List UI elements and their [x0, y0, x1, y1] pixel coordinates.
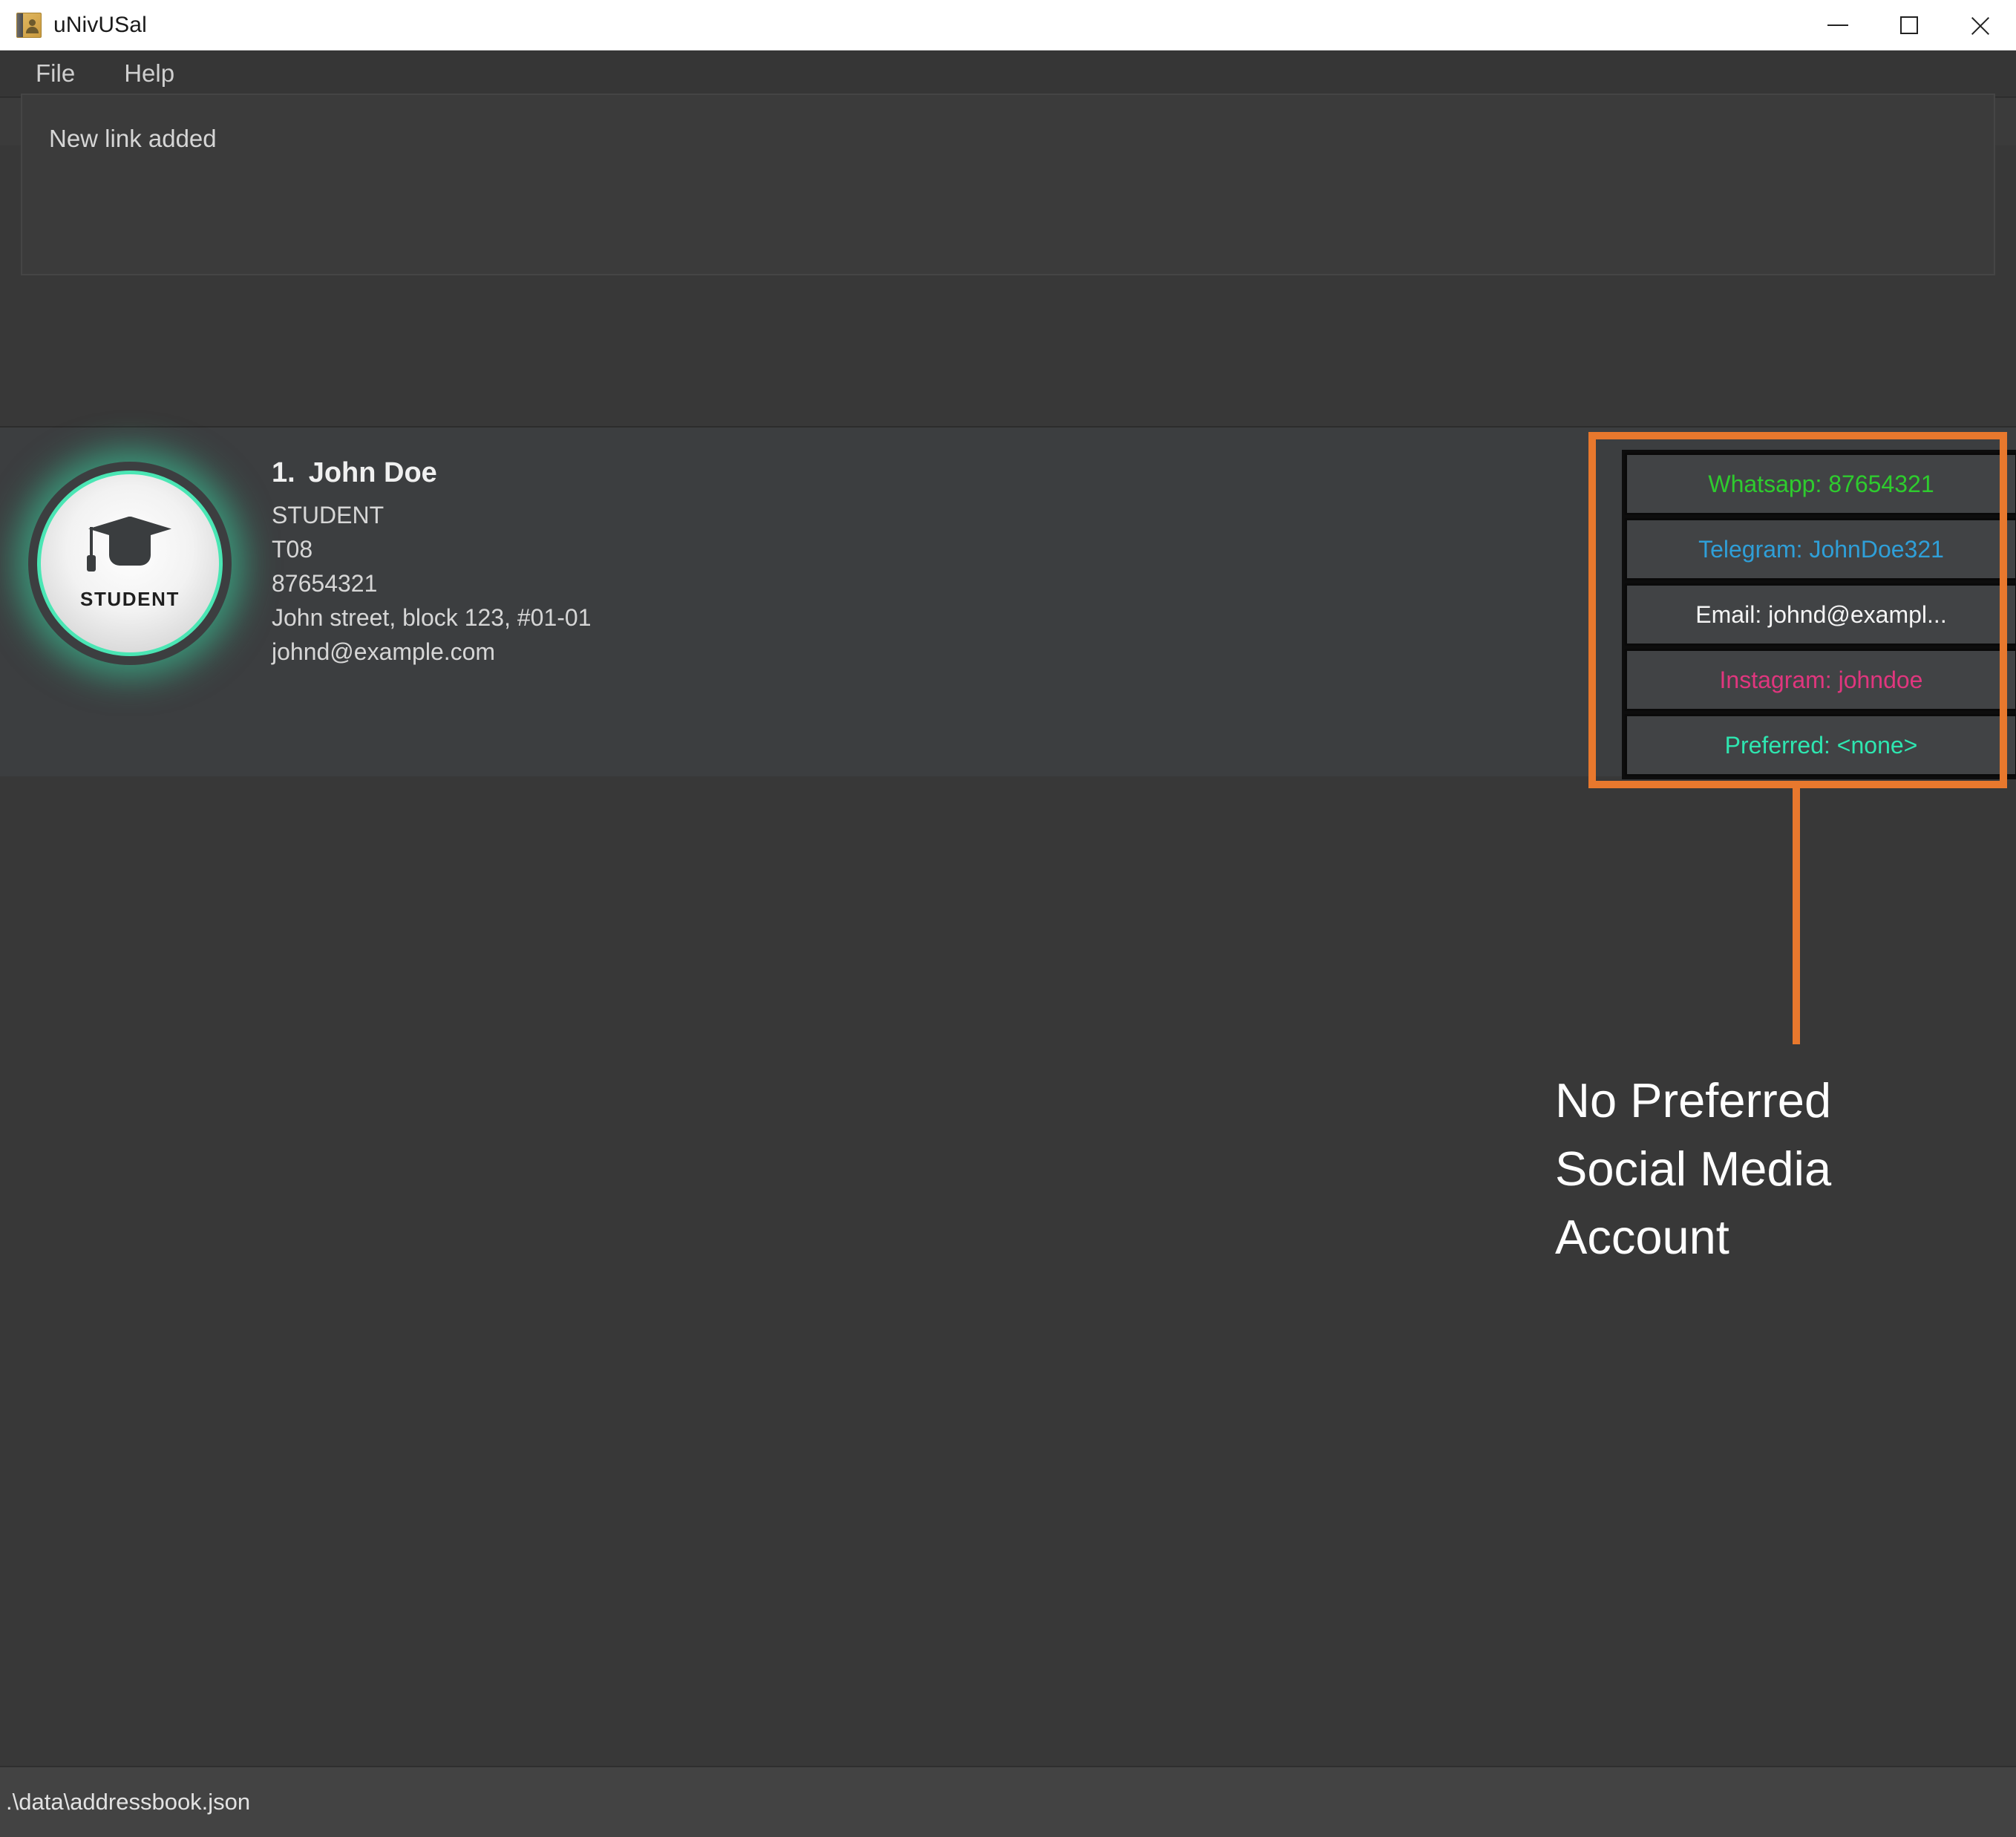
close-button[interactable]	[1945, 0, 2016, 50]
status-bar: .\data\addressbook.json	[0, 1766, 2016, 1837]
graduation-cap-icon	[81, 512, 179, 576]
person-phone: 87654321	[272, 570, 378, 597]
person-id: T08	[272, 536, 313, 563]
person-address: John street, block 123, #01-01	[272, 604, 592, 631]
window-title: uNivUSal	[53, 12, 147, 37]
social-link-preferred[interactable]: Preferred: <none>	[1625, 714, 2016, 776]
address-book-icon	[16, 12, 42, 38]
menu-item-file[interactable]: File	[19, 59, 91, 88]
person-tag: STUDENT	[272, 502, 384, 528]
annotation-text: No Preferred Social Media Account	[1555, 1076, 1971, 1281]
annotation-line-2: Social Media	[1555, 1142, 1832, 1196]
status-file-path: .\data\addressbook.json	[6, 1789, 251, 1815]
social-link-whatsapp[interactable]: Whatsapp: 87654321	[1625, 453, 2016, 515]
person-name: John Doe	[308, 457, 437, 488]
minimize-button[interactable]	[1802, 0, 1873, 50]
menu-bar: File Help	[0, 50, 2016, 97]
annotation-leader-line	[1793, 788, 1800, 1044]
person-list-panel: STUDENT 1. John Doe STUDENT T08 87654321 …	[0, 426, 2016, 779]
title-bar: uNivUSal	[0, 0, 2016, 50]
social-link-telegram[interactable]: Telegram: JohnDoe321	[1625, 518, 2016, 580]
person-email: johnd@example.com	[272, 638, 496, 665]
maximize-button[interactable]	[1873, 0, 1945, 50]
minimize-icon	[1827, 24, 1848, 26]
person-name-row: 1. John Doe	[272, 457, 592, 489]
person-index: 1.	[272, 457, 295, 488]
window-controls	[1802, 0, 2016, 50]
application-window: uNivUSal File Help New link added STUDEN…	[0, 0, 2016, 1837]
social-link-instagram[interactable]: Instagram: johndoe	[1625, 649, 2016, 711]
annotation-line-3: Account	[1555, 1210, 1729, 1264]
avatar-label: STUDENT	[80, 587, 180, 610]
annotation-line-1: No Preferred	[1555, 1073, 1832, 1127]
social-link-email[interactable]: Email: johnd@exampl...	[1625, 583, 2016, 646]
result-display-box: New link added	[21, 94, 1995, 275]
person-details: 1. John Doe STUDENT T08 87654321 John str…	[272, 457, 592, 669]
social-links-list: Whatsapp: 87654321 Telegram: JohnDoe321 …	[1622, 450, 2016, 779]
result-message: New link added	[49, 125, 217, 152]
avatar: STUDENT	[22, 456, 238, 671]
person-card[interactable]: STUDENT 1. John Doe STUDENT T08 87654321 …	[22, 447, 2016, 779]
menu-item-help[interactable]: Help	[108, 59, 191, 88]
maximize-icon	[1900, 16, 1918, 34]
